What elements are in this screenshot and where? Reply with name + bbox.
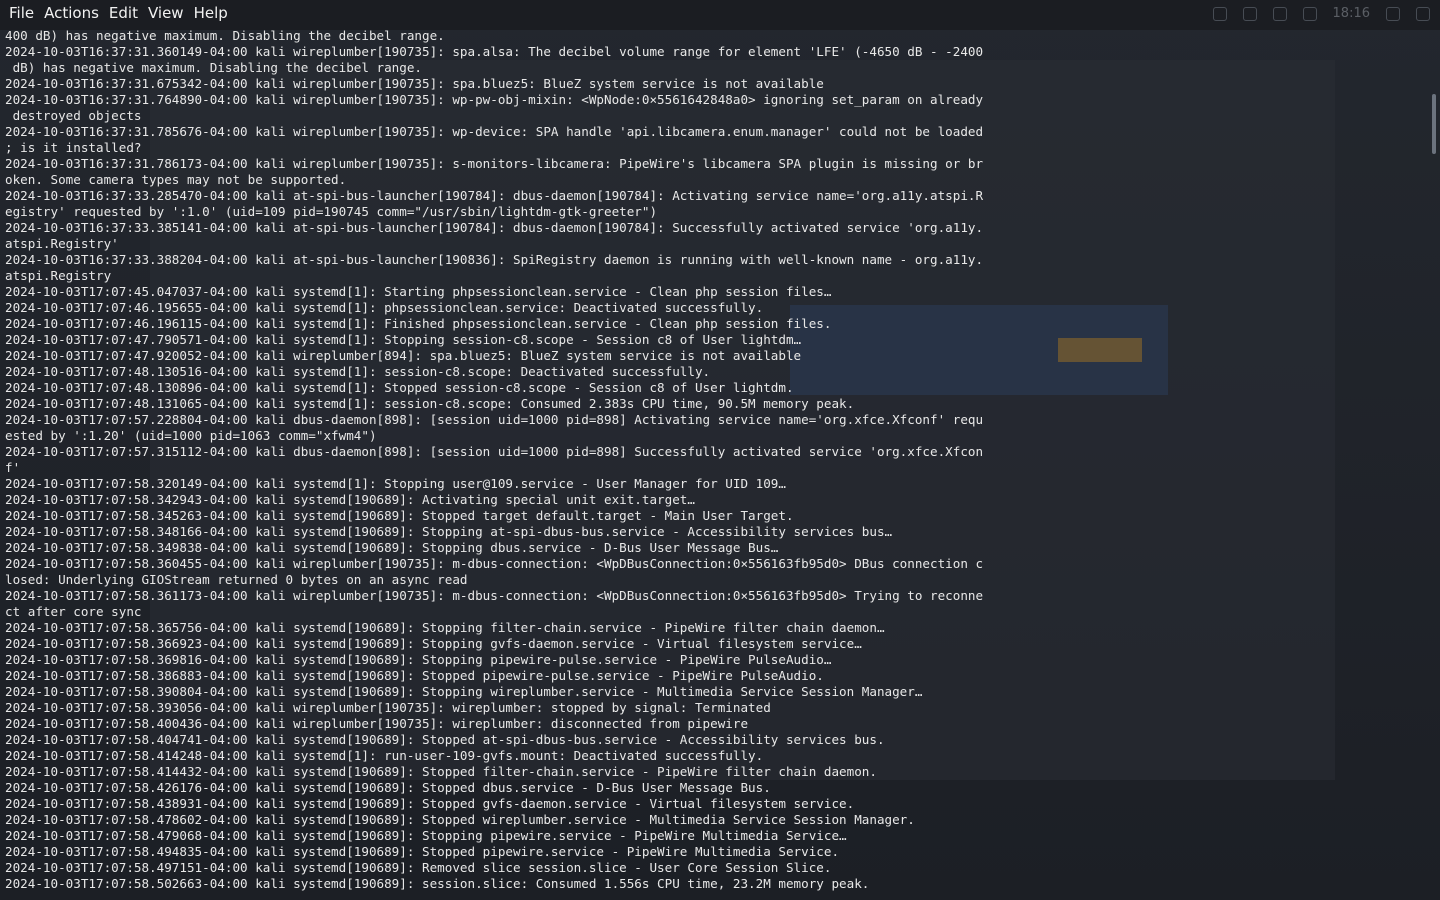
log-line: 2024-10-03T17:07:57.315112-04:00 kali db… bbox=[5, 444, 984, 459]
log-line: egistry' requested by ':1.0' (uid=109 pi… bbox=[5, 204, 658, 219]
menu-help[interactable]: Help bbox=[189, 1, 233, 25]
log-line: 2024-10-03T17:07:46.195655-04:00 kali sy… bbox=[5, 300, 764, 315]
log-line: 2024-10-03T16:37:31.785676-04:00 kali wi… bbox=[5, 124, 984, 139]
log-line: 2024-10-03T17:07:58.366923-04:00 kali sy… bbox=[5, 636, 862, 651]
terminal-output[interactable]: 400 dB) has negative maximum. Disabling … bbox=[0, 28, 1430, 900]
log-line: 2024-10-03T17:07:47.920052-04:00 kali wi… bbox=[5, 348, 802, 363]
terminal-scrollbar[interactable] bbox=[1431, 28, 1436, 900]
log-line: 2024-10-03T16:37:31.786173-04:00 kali wi… bbox=[5, 156, 984, 171]
log-line: dB) has negative maximum. Disabling the … bbox=[5, 60, 423, 75]
log-line: 2024-10-03T17:07:58.438931-04:00 kali sy… bbox=[5, 796, 855, 811]
clock[interactable]: 18:16 bbox=[1333, 6, 1370, 21]
terminal-menubar: File Actions Edit View Help bbox=[0, 0, 233, 26]
battery-icon[interactable] bbox=[1302, 6, 1317, 21]
log-line: destroyed objects bbox=[5, 108, 142, 123]
scrollbar-thumb[interactable] bbox=[1432, 94, 1436, 154]
log-line: 2024-10-03T17:07:48.130516-04:00 kali sy… bbox=[5, 364, 711, 379]
log-line: 2024-10-03T17:07:58.345263-04:00 kali sy… bbox=[5, 508, 794, 523]
log-line: 2024-10-03T17:07:45.047037-04:00 kali sy… bbox=[5, 284, 832, 299]
log-line: 2024-10-03T17:07:46.196115-04:00 kali sy… bbox=[5, 316, 832, 331]
log-line: 2024-10-03T17:07:58.386883-04:00 kali sy… bbox=[5, 668, 824, 683]
log-line: atspi.Registry bbox=[5, 268, 112, 283]
menu-view[interactable]: View bbox=[143, 1, 189, 25]
volume-icon[interactable] bbox=[1242, 6, 1257, 21]
log-line: 2024-10-03T17:07:58.494835-04:00 kali sy… bbox=[5, 844, 840, 859]
log-line: 2024-10-03T17:07:58.497151-04:00 kali sy… bbox=[5, 860, 832, 875]
log-line: 2024-10-03T17:07:58.400436-04:00 kali wi… bbox=[5, 716, 749, 731]
log-line: oken. Some camera types may not be suppo… bbox=[5, 172, 347, 187]
menu-edit[interactable]: Edit bbox=[104, 1, 143, 25]
log-line: ct after core sync bbox=[5, 604, 142, 619]
log-line: 2024-10-03T17:07:58.426176-04:00 kali sy… bbox=[5, 780, 771, 795]
log-line: 2024-10-03T17:07:58.478602-04:00 kali sy… bbox=[5, 812, 915, 827]
log-line: losed: Underlying GIOStream returned 0 b… bbox=[5, 572, 468, 587]
log-line: 2024-10-03T16:37:31.675342-04:00 kali wi… bbox=[5, 76, 824, 91]
log-line: 2024-10-03T17:07:58.349838-04:00 kali sy… bbox=[5, 540, 779, 555]
log-line: 2024-10-03T17:07:58.404741-04:00 kali sy… bbox=[5, 732, 885, 747]
log-line: 2024-10-03T17:07:48.130896-04:00 kali sy… bbox=[5, 380, 794, 395]
log-line: 2024-10-03T17:07:58.369816-04:00 kali sy… bbox=[5, 652, 832, 667]
notification-icon[interactable] bbox=[1272, 6, 1287, 21]
log-line: f' bbox=[5, 460, 21, 475]
log-line: 2024-10-03T16:37:31.360149-04:00 kali wi… bbox=[5, 44, 984, 59]
lock-icon[interactable] bbox=[1386, 6, 1400, 21]
menu-actions[interactable]: Actions bbox=[39, 1, 104, 25]
log-line: 2024-10-03T17:07:58.361173-04:00 kali wi… bbox=[5, 588, 984, 603]
log-line: 2024-10-03T17:07:58.414432-04:00 kali sy… bbox=[5, 764, 877, 779]
log-line: 2024-10-03T17:07:58.390804-04:00 kali sy… bbox=[5, 684, 923, 699]
log-line: 2024-10-03T17:07:58.365756-04:00 kali sy… bbox=[5, 620, 885, 635]
log-line: 2024-10-03T16:37:33.385141-04:00 kali at… bbox=[5, 220, 984, 235]
log-line: 2024-10-03T17:07:57.228804-04:00 kali db… bbox=[5, 412, 984, 427]
log-line: 2024-10-03T17:07:58.393056-04:00 kali wi… bbox=[5, 700, 771, 715]
log-line: 2024-10-03T17:07:58.414248-04:00 kali sy… bbox=[5, 748, 764, 763]
log-line: atspi.Registry' bbox=[5, 236, 119, 251]
log-line: 2024-10-03T17:07:58.342943-04:00 kali sy… bbox=[5, 492, 695, 507]
log-line: 2024-10-03T16:37:31.764890-04:00 kali wi… bbox=[5, 92, 984, 107]
log-line: 2024-10-03T17:07:58.502663-04:00 kali sy… bbox=[5, 876, 870, 891]
log-line: ested by ':1.20' (uid=1000 pid=1063 comm… bbox=[5, 428, 377, 443]
log-text: 400 dB) has negative maximum. Disabling … bbox=[0, 28, 1430, 892]
log-line: ; is it installed? bbox=[5, 140, 142, 155]
log-line: 2024-10-03T17:07:48.131065-04:00 kali sy… bbox=[5, 396, 855, 411]
power-icon[interactable] bbox=[1416, 6, 1430, 21]
log-line: 2024-10-03T16:37:33.388204-04:00 kali at… bbox=[5, 252, 984, 267]
log-line: 2024-10-03T17:07:58.479068-04:00 kali sy… bbox=[5, 828, 847, 843]
menu-file[interactable]: File bbox=[4, 1, 39, 25]
display-icon[interactable] bbox=[1212, 6, 1227, 21]
log-line: 2024-10-03T17:07:58.360455-04:00 kali wi… bbox=[5, 556, 984, 571]
log-line: 400 dB) has negative maximum. Disabling … bbox=[5, 28, 445, 43]
log-line: 2024-10-03T17:07:58.348166-04:00 kali sy… bbox=[5, 524, 893, 539]
log-line: 2024-10-03T17:07:47.790571-04:00 kali sy… bbox=[5, 332, 802, 347]
log-line: 2024-10-03T16:37:33.285470-04:00 kali at… bbox=[5, 188, 984, 203]
log-line: 2024-10-03T17:07:58.320149-04:00 kali sy… bbox=[5, 476, 786, 491]
system-tray: 18:16 bbox=[1212, 6, 1430, 21]
